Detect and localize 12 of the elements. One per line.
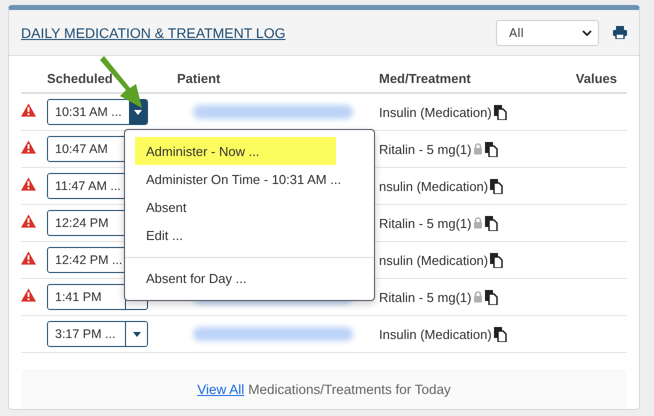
- med-name: Insulin (Medication): [379, 326, 492, 342]
- column-header: Scheduled: [47, 71, 114, 86]
- column-header: Med/Treatment: [379, 71, 472, 86]
- med-name: nsulin (Medication): [379, 178, 488, 194]
- med-name: Insulin (Medication): [379, 104, 492, 120]
- med-name: Ritalin - 5 mg(1): [379, 290, 472, 304]
- med-name: Ritalin - 5 mg(1): [379, 216, 472, 230]
- column-header: Patient: [177, 71, 222, 86]
- footer-text: Medications/Treatments for Today: [248, 382, 451, 396]
- column-header: Values: [574, 71, 618, 86]
- med-name: Ritalin - 5 mg(1): [379, 142, 472, 156]
- med-name: nsulin (Medication): [379, 252, 488, 268]
